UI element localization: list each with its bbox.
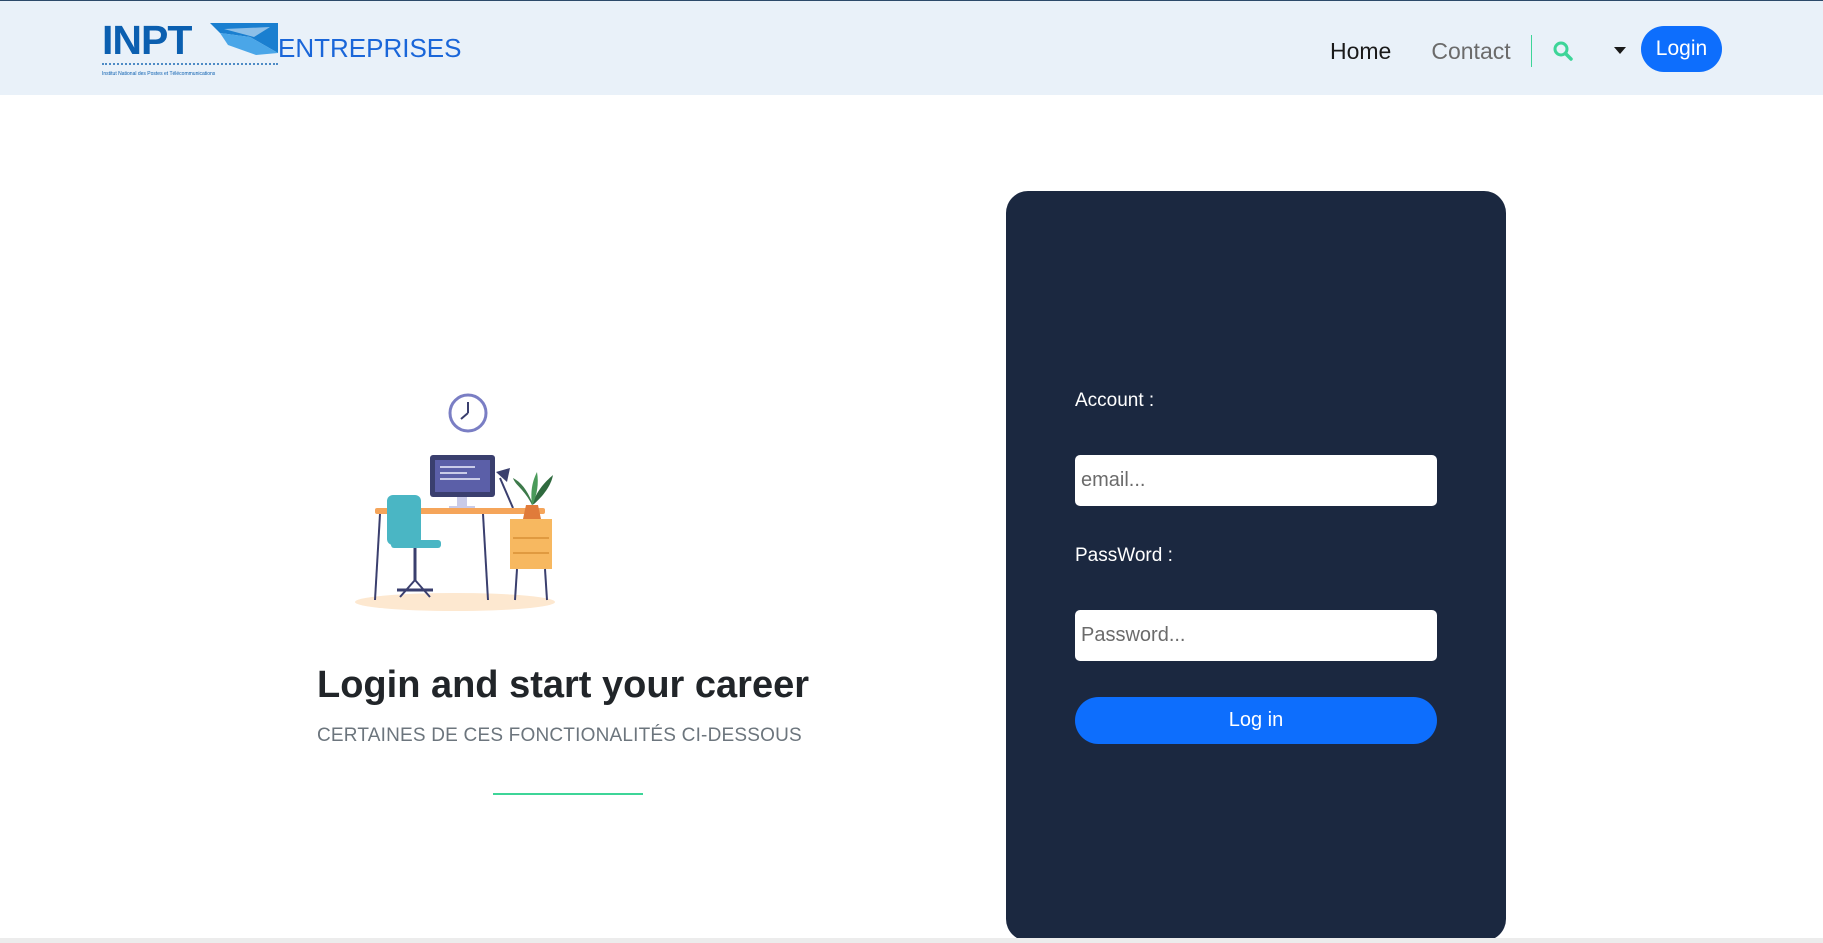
password-input[interactable] [1075,610,1437,661]
nav-links: Home Contact [1330,35,1628,67]
log-in-button[interactable]: Log in [1075,697,1437,744]
logo-text: INPT [102,17,192,63]
hero-title: Login and start your career [317,664,810,706]
brand[interactable]: INPT Institut National des Postes et Tél… [102,17,462,77]
logo-wing-icon [210,23,278,55]
brand-word[interactable]: ENTREPRISES [278,33,462,64]
inpt-logo[interactable]: INPT Institut National des Postes et Tél… [102,17,278,77]
login-card: Account : PassWord : Log in [1006,191,1506,941]
logo-subtitle: Institut National des Postes et Télécomm… [102,71,216,77]
nav-divider [1530,35,1532,67]
caret-down-icon[interactable] [1612,43,1628,59]
password-label: PassWord : [1075,545,1173,566]
logo-arabic-text [102,63,278,69]
nav-contact-link[interactable]: Contact [1431,37,1510,65]
hero-subtitle: CERTAINES DE CES FONCTIONALITÉS CI-DESSO… [317,725,802,746]
bottom-strip [0,938,1823,943]
nav-home-link[interactable]: Home [1330,37,1391,65]
search-icon[interactable] [1550,38,1576,64]
hero-divider [493,793,643,795]
email-input[interactable] [1075,455,1437,506]
navbar: INPT Institut National des Postes et Tél… [0,0,1823,95]
desk-illustration [355,393,555,611]
account-label: Account : [1075,390,1155,411]
login-button[interactable]: Login [1641,26,1722,72]
